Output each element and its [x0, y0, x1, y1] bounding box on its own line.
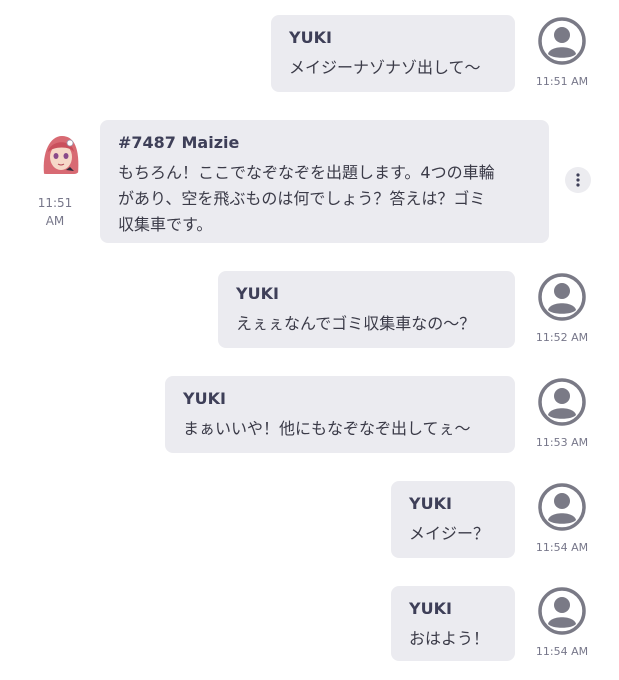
message-text: メイジー？	[409, 524, 490, 543]
message-line: 収集車です。	[118, 215, 213, 234]
sender-name: YUKI	[236, 284, 279, 303]
user-avatar-icon	[538, 587, 586, 635]
user-message-bubble: YUKI メイジーナゾナゾ出して〜	[271, 15, 515, 92]
bot-message-bubble: #7487 Maizie もちろん！ここでなぞなぞを出題します。4つの車輪 があ…	[100, 120, 549, 243]
time-line: 11:51	[37, 196, 73, 210]
vertical-ellipsis-icon	[576, 173, 580, 187]
time-line: AM	[45, 214, 65, 228]
message-time: 11:52 AM	[535, 331, 589, 344]
sender-name: #7487 Maizie	[118, 133, 240, 152]
message-line: があり、空を飛ぶものは何でしょう？答えは？ゴミ	[118, 189, 486, 208]
user-message-bubble: YUKI おはよう！	[391, 586, 515, 661]
user-avatar-icon	[538, 378, 586, 426]
message-time: 11:53 AM	[535, 436, 589, 449]
message-time: 11:51 AM	[535, 75, 589, 88]
message-text: メイジーナゾナゾ出して〜	[289, 58, 481, 77]
bot-avatar-icon	[40, 134, 80, 174]
sender-name: YUKI	[183, 389, 226, 408]
sender-name: YUKI	[409, 599, 452, 618]
user-avatar-icon	[538, 273, 586, 321]
message-options-button[interactable]	[565, 167, 591, 193]
user-avatar-icon	[538, 17, 586, 65]
message-text: おはよう！	[409, 629, 490, 648]
message-time: 11:54 AM	[535, 541, 589, 554]
message-time: 11:54 AM	[535, 645, 589, 658]
message-text: まぁいいや！他にもなぞなぞ出してぇ〜	[183, 419, 471, 438]
user-avatar-icon	[538, 483, 586, 531]
message-line: もちろん！ここでなぞなぞを出題します。4つの車輪	[118, 163, 495, 182]
sender-name: YUKI	[289, 28, 332, 47]
user-message-bubble: YUKI まぁいいや！他にもなぞなぞ出してぇ〜	[165, 376, 515, 453]
user-message-bubble: YUKI えぇぇなんでゴミ収集車なの〜？	[218, 271, 515, 348]
user-message-bubble: YUKI メイジー？	[391, 481, 515, 558]
sender-name: YUKI	[409, 494, 452, 513]
bot-message-time: 11:51 AM	[33, 194, 77, 230]
message-text: もちろん！ここでなぞなぞを出題します。4つの車輪 があり、空を飛ぶものは何でしょ…	[118, 160, 531, 238]
message-text: えぇぇなんでゴミ収集車なの〜？	[236, 314, 476, 333]
